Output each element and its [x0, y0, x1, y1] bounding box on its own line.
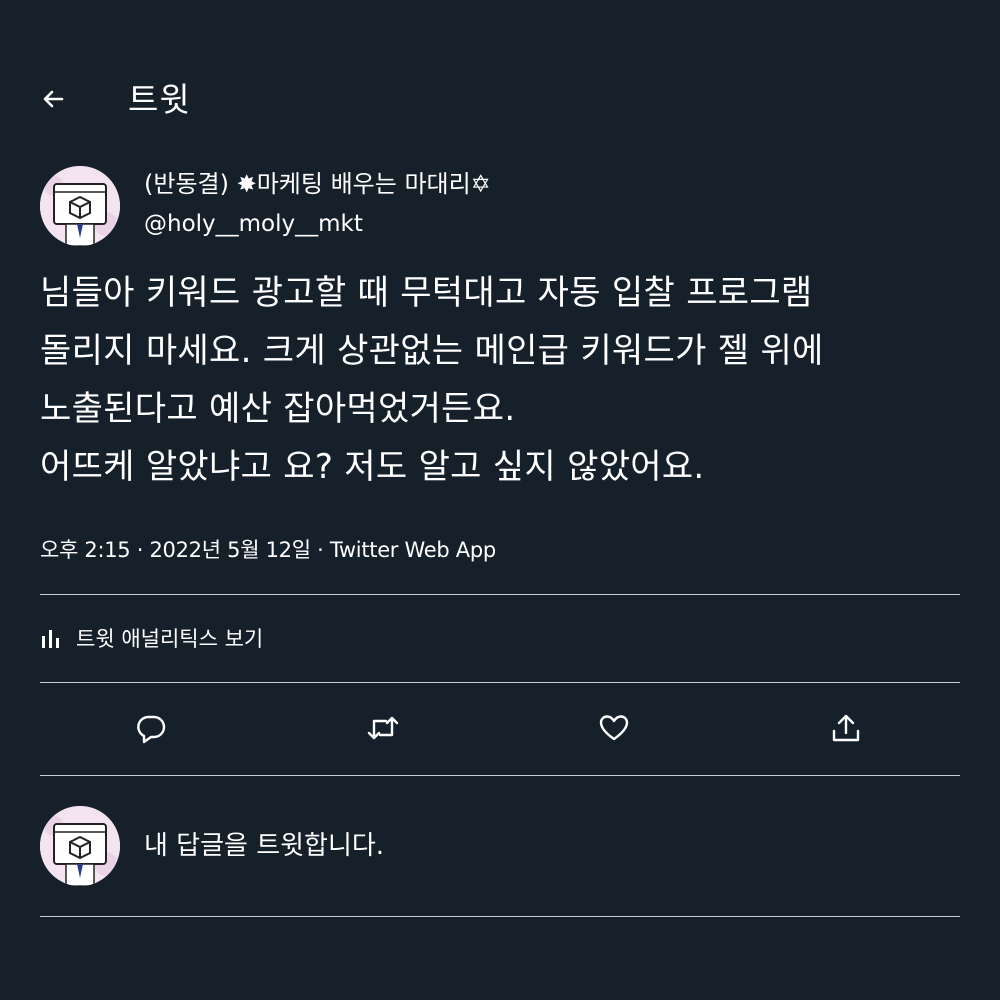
like-button[interactable]	[592, 708, 636, 752]
author-name[interactable]: (반동결) ✸마케팅 배우는 마대리✡	[144, 168, 491, 200]
tweet-text: 님들아 키워드 광고할 때 무턱대고 자동 입찰 프로그램 돌리지 마세요. 크…	[40, 264, 970, 496]
tweet-line: 노출된다고 예산 잡아먹었거든요.	[40, 389, 516, 429]
share-icon	[830, 712, 862, 748]
heart-icon	[598, 712, 630, 748]
divider	[40, 916, 960, 917]
retweet-button[interactable]	[361, 708, 405, 752]
retweet-icon	[366, 712, 400, 748]
reply-icon	[135, 712, 167, 748]
back-arrow-icon	[40, 86, 66, 116]
tweet-line: 돌리지 마세요. 크게 상관없는 메인급 키워드가 젤 위에	[40, 331, 824, 371]
reply-input[interactable]: 내 답글을 트윗합니다.	[144, 826, 384, 866]
tweet-line: 어뜨케 알았냐고 요? 저도 알고 싶지 않았어요.	[40, 447, 705, 487]
back-button[interactable]	[36, 84, 70, 118]
divider	[40, 594, 960, 595]
author-avatar[interactable]	[40, 166, 120, 246]
action-bar	[0, 700, 1000, 760]
divider	[40, 682, 960, 683]
tweet-timestamp[interactable]: 오후 2:15 · 2022년 5월 12일 · Twitter Web App	[40, 534, 496, 566]
bar-chart-icon	[40, 626, 62, 650]
analytics-link[interactable]: 트윗 애널리틱스 보기	[40, 620, 263, 656]
share-button[interactable]	[824, 708, 868, 752]
page-title: 트윗	[128, 80, 191, 119]
author-handle[interactable]: @holy__moly__mkt	[144, 208, 363, 240]
divider	[40, 775, 960, 776]
tweet-line: 님들아 키워드 광고할 때 무턱대고 자동 입찰 프로그램	[40, 273, 813, 313]
user-avatar[interactable]	[40, 806, 120, 886]
reply-button[interactable]	[129, 708, 173, 752]
analytics-label: 트윗 애널리틱스 보기	[76, 627, 264, 651]
